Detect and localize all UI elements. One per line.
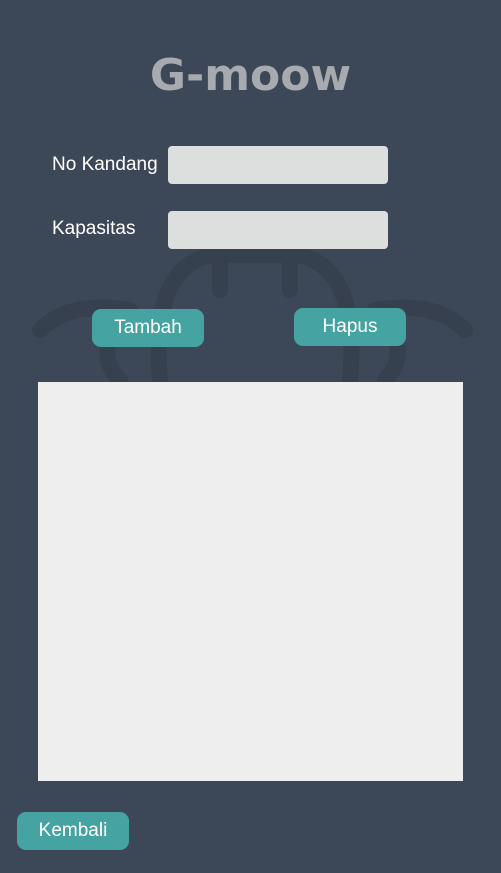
kapasitas-label: Kapasitas [52,218,136,239]
tambah-button[interactable]: Tambah [92,309,204,347]
app-title: G-moow [149,50,352,101]
hapus-button[interactable]: Hapus [294,308,406,346]
app-window: G-moow No Kandang Kapasitas Tambah Hapus… [0,0,501,873]
no-kandang-input[interactable] [168,146,388,184]
kembali-button[interactable]: Kembali [17,812,129,850]
kapasitas-input[interactable] [168,211,388,249]
kandang-list[interactable] [38,382,463,781]
no-kandang-label: No Kandang [52,154,158,175]
